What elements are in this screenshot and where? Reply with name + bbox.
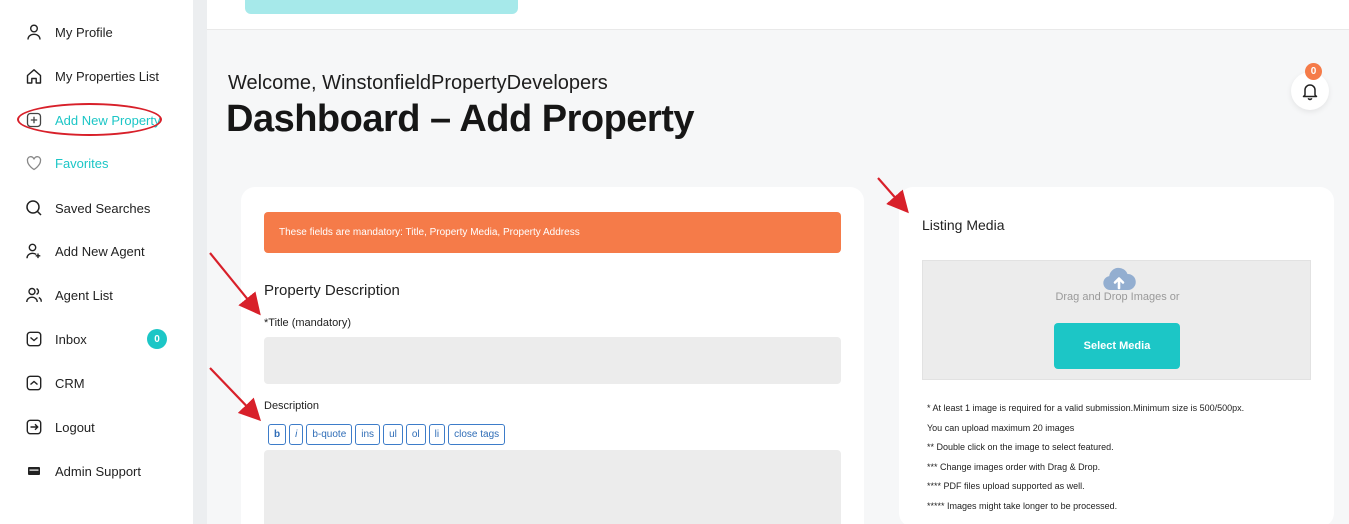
heart-icon: [25, 154, 43, 172]
sidebar-item-label: Add New Agent: [55, 243, 145, 259]
users-icon: [25, 286, 43, 304]
description-textarea[interactable]: [264, 450, 841, 524]
blockquote-button[interactable]: b-quote: [306, 424, 353, 445]
search-icon: [25, 199, 43, 217]
sidebar-item-favorites[interactable]: Favorites: [25, 151, 108, 175]
sidebar-item-label: Favorites: [55, 155, 109, 171]
user-icon: [25, 23, 43, 41]
support-icon: [25, 462, 43, 480]
sidebar-item-inbox[interactable]: Inbox: [25, 327, 87, 351]
media-notes: * At least 1 image is required for a val…: [927, 399, 1244, 516]
italic-button[interactable]: i: [289, 424, 304, 445]
media-note: You can upload maximum 20 images: [927, 422, 1075, 433]
main-content: Welcome, WinstonfieldPropertyDevelopers …: [207, 0, 1349, 524]
sidebar-item-agent-list[interactable]: Agent List: [25, 283, 113, 307]
user-plus-icon: [25, 242, 43, 260]
mandatory-fields-alert: These fields are mandatory: Title, Prope…: [264, 212, 841, 253]
crm-icon: [25, 374, 43, 392]
sidebar-item-logout[interactable]: Logout: [25, 415, 95, 439]
sidebar-item-label: My Properties List: [55, 68, 160, 84]
sidebar-item-label: Add New Property: [55, 112, 161, 128]
media-drop-zone[interactable]: Drag and Drop Images or Select Media: [922, 260, 1311, 380]
welcome-text: Welcome, WinstonfieldPropertyDevelopers: [228, 72, 608, 94]
media-note: * At least 1 image is required for a val…: [927, 403, 1245, 413]
list-item-button[interactable]: li: [428, 424, 446, 445]
sidebar-item-label: Saved Searches: [55, 200, 151, 216]
sidebar-item-crm[interactable]: CRM: [25, 371, 85, 395]
property-description-card: These fields are mandatory: Title, Prope…: [241, 187, 864, 524]
bold-button[interactable]: b: [268, 424, 287, 445]
sidebar-item-label: Agent List: [55, 287, 113, 303]
inbox-icon: [25, 330, 43, 348]
close-tags-button[interactable]: close tags: [448, 424, 506, 445]
sidebar-item-label: My Profile: [55, 24, 113, 40]
sidebar-item-saved-searches[interactable]: Saved Searches: [25, 196, 150, 220]
description-label: Description: [264, 400, 320, 412]
media-note: *** Change images order with Drag & Drop…: [927, 461, 1101, 472]
inbox-count-badge: 0: [147, 329, 167, 349]
insert-button[interactable]: ins: [355, 424, 381, 445]
select-media-button[interactable]: Select Media: [1054, 323, 1180, 369]
sidebar-item-label: Inbox: [55, 331, 87, 347]
unordered-list-button[interactable]: ul: [383, 424, 403, 445]
drop-zone-text: Drag and Drop Images or: [1055, 291, 1180, 303]
notification-count-badge: 0: [1305, 63, 1322, 80]
listing-media-title: Listing Media: [922, 217, 1005, 233]
sidebar-item-my-profile[interactable]: My Profile: [25, 20, 113, 44]
sidebar-item-my-properties-list[interactable]: My Properties List: [25, 64, 159, 88]
media-note: **** PDF files upload supported as well.: [927, 481, 1085, 491]
media-note: ***** Images might take longer to be pro…: [927, 500, 1118, 511]
editor-toolbar: b i b-quote ins ul ol li close tags: [268, 424, 506, 445]
sidebar-item-admin-support[interactable]: Admin Support: [25, 459, 141, 483]
sidebar-item-label: CRM: [55, 375, 85, 391]
top-bar: [207, 0, 1349, 30]
bell-icon: [1302, 84, 1318, 101]
listing-media-card: Listing Media Drag and Drop Images or Se…: [899, 187, 1334, 524]
sidebar-item-label: Logout: [55, 419, 95, 435]
page-title: Dashboard – Add Property: [226, 98, 695, 140]
home-icon: [25, 67, 43, 85]
logout-icon: [25, 418, 43, 436]
sidebar-item-label: Admin Support: [55, 463, 141, 479]
plus-square-icon: [25, 111, 43, 129]
sidebar-divider: [193, 0, 207, 524]
title-label: *Title (mandatory): [264, 317, 352, 329]
ordered-list-button[interactable]: ol: [405, 424, 426, 445]
top-bar-tab: [245, 0, 518, 14]
sidebar-item-add-new-property[interactable]: Add New Property: [25, 108, 161, 132]
section-title: Property Description: [264, 282, 400, 299]
sidebar: My Profile My Properties List Add New Pr…: [0, 0, 193, 524]
sidebar-item-add-new-agent[interactable]: Add New Agent: [25, 239, 145, 263]
title-input[interactable]: [264, 337, 841, 384]
media-note: ** Double click on the image to select f…: [927, 442, 1114, 452]
